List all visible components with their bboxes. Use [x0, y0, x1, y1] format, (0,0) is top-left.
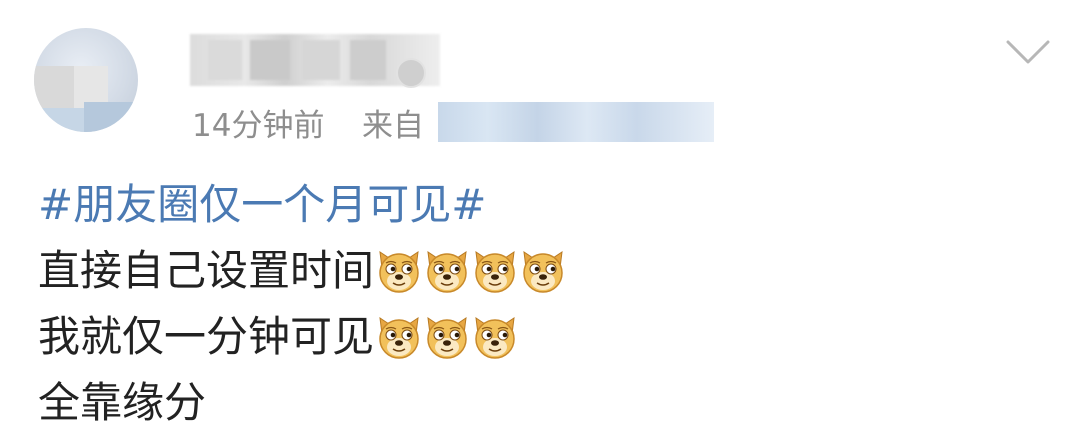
doge-emoji-icon — [424, 314, 470, 360]
post-line: 我就仅一分钟可见 — [38, 304, 1038, 370]
doge-emoji-icon — [520, 248, 566, 294]
doge-emoji-icon — [472, 248, 518, 294]
avatar[interactable] — [34, 28, 138, 132]
avatar-pixelation — [84, 102, 138, 132]
doge-emoji-icon — [376, 248, 422, 294]
post-line: 直接自己设置时间 — [38, 238, 1038, 304]
post-line-text: 全靠缘分 — [38, 378, 207, 427]
post-source-redacted[interactable] — [438, 102, 714, 142]
avatar-pixelation — [34, 108, 84, 132]
doge-emoji-icon — [376, 314, 422, 360]
topic-hashtag-link[interactable]: #朋友圈仅一个月可见# — [38, 172, 486, 238]
post-timestamp: 14分钟前 — [192, 108, 325, 144]
post-body: #朋友圈仅一个月可见# 直接自己设置时间 我就仅一分钟可见 全靠缘分 — [38, 172, 1038, 436]
post-line-text: 直接自己设置时间 — [38, 246, 375, 295]
post-line-text: 我就仅一分钟可见 — [38, 312, 375, 361]
doge-emoji-icon — [424, 248, 470, 294]
avatar-pixelation — [34, 66, 74, 108]
topic-line: #朋友圈仅一个月可见# — [38, 172, 1038, 238]
verified-badge-icon — [396, 58, 426, 88]
post-line: 全靠缘分 — [38, 370, 1038, 436]
doge-emoji-icon — [472, 314, 518, 360]
post-header: 14分钟前 来自 — [0, 0, 1080, 160]
post-source-label: 来自 — [362, 108, 424, 144]
chevron-down-icon[interactable] — [1004, 38, 1052, 68]
